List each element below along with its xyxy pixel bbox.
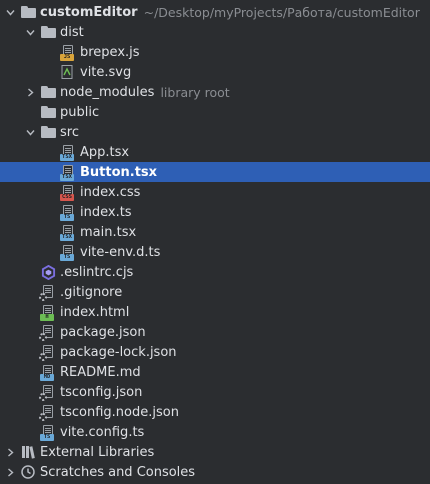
tree-item-readme[interactable]: MD README.md (0, 362, 430, 382)
tree-item-hint: library root (160, 84, 230, 100)
chevron-down-icon[interactable] (25, 122, 35, 142)
file-icon: TSX (60, 164, 76, 181)
file-icon: CSS (60, 184, 76, 201)
file-icon: TS (60, 204, 76, 221)
tree-item-label: index.html (60, 304, 130, 320)
tree-item-eslintrc[interactable]: .eslintrc.cjs (0, 262, 430, 282)
tree-item-label: index.ts (80, 204, 132, 220)
tree-item-tsconfig[interactable]: tsconfig.json (0, 382, 430, 402)
tree-item-label: main.tsx (80, 224, 137, 240)
tree-item-src[interactable]: src (0, 122, 430, 142)
tree-item-label: dist (60, 24, 84, 40)
tree-item-label: brepex.js (80, 44, 140, 60)
file-icon: TS (60, 244, 76, 261)
config-file-icon (39, 344, 56, 361)
tree-item-label: vite.config.ts (60, 424, 145, 440)
folder-icon (40, 104, 56, 120)
tree-item-label: .gitignore (60, 284, 123, 300)
tree-item-label: package.json (60, 324, 146, 340)
tree-item-label: node_modules (60, 84, 155, 100)
tree-item-label: App.tsx (80, 144, 130, 160)
tree-item-tsconfignode[interactable]: tsconfig.node.json (0, 402, 430, 422)
tree-item-root[interactable]: customEditor ~/Desktop/myProjects/Работа/… (0, 2, 430, 22)
chevron-right-icon[interactable] (5, 442, 15, 462)
file-icon: TSX (60, 224, 76, 241)
folder-icon (40, 124, 56, 140)
tree-item-viteenv[interactable]: TS vite-env.d.ts (0, 242, 430, 262)
tree-item-nodemodules[interactable]: node_modules library root (0, 82, 430, 102)
tree-item-label: Scratches and Consoles (40, 464, 196, 480)
config-file-icon (39, 284, 56, 301)
tree-item-indexts[interactable]: TS index.ts (0, 202, 430, 222)
chevron-right-icon[interactable] (25, 82, 35, 102)
tree-item-label: README.md (60, 364, 141, 380)
tree-item-label: tsconfig.node.json (60, 404, 179, 420)
tree-item-public[interactable]: public (0, 102, 430, 122)
tree-item-label: .eslintrc.cjs (60, 264, 134, 280)
tree-item-indexcss[interactable]: CSS index.css (0, 182, 430, 202)
tree-item-hint: ~/Desktop/myProjects/Работа/customEditor (143, 4, 420, 20)
chevron-down-icon[interactable] (5, 2, 15, 22)
tree-item-label: tsconfig.json (60, 384, 143, 400)
tree-item-label: vite-env.d.ts (80, 244, 161, 260)
chevron-down-icon[interactable] (25, 22, 35, 42)
tree-item-label: vite.svg (80, 64, 132, 80)
file-icon: JS (60, 44, 76, 61)
tree-item-label: External Libraries (40, 444, 155, 460)
tree-item-extlibs[interactable]: External Libraries (0, 442, 430, 462)
tree-item-brepex[interactable]: JS brepex.js (0, 42, 430, 62)
tree-item-label: customEditor (40, 4, 138, 20)
tree-item-maintsx[interactable]: TSX main.tsx (0, 222, 430, 242)
config-file-icon (39, 324, 56, 341)
folder-icon (40, 84, 56, 100)
project-tree: customEditor ~/Desktop/myProjects/Работа/… (0, 0, 430, 484)
file-icon: TSX (60, 144, 76, 161)
tree-item-viteconfig[interactable]: TS vite.config.ts (0, 422, 430, 442)
tree-item-gitignore[interactable]: .gitignore (0, 282, 430, 302)
tree-item-label: Button.tsx (80, 164, 158, 180)
tree-item-packagelock[interactable]: package-lock.json (0, 342, 430, 362)
config-file-icon (39, 404, 56, 421)
svg-file-icon (60, 64, 76, 80)
libraries-icon (20, 444, 36, 460)
tree-item-label: package-lock.json (60, 344, 177, 360)
file-icon: MD (40, 364, 56, 381)
file-icon: H (40, 304, 56, 321)
tree-item-label: index.css (80, 184, 141, 200)
file-icon: TS (40, 424, 56, 441)
tree-item-indexhtml[interactable]: Hindex.html (0, 302, 430, 322)
scratches-icon (20, 464, 36, 480)
folder-icon (20, 4, 36, 20)
tree-item-vitesvg[interactable]: vite.svg (0, 62, 430, 82)
tree-item-buttontsx[interactable]: TSX Button.tsx (0, 162, 430, 182)
eslint-icon (40, 264, 56, 280)
config-file-icon (39, 384, 56, 401)
chevron-right-icon[interactable] (5, 462, 15, 482)
tree-item-packagejson[interactable]: package.json (0, 322, 430, 342)
tree-item-label: src (60, 124, 79, 140)
tree-item-dist[interactable]: dist (0, 22, 430, 42)
tree-item-label: public (60, 104, 100, 120)
tree-item-apptsx[interactable]: TSX App.tsx (0, 142, 430, 162)
tree-item-scratches[interactable]: Scratches and Consoles (0, 462, 430, 482)
folder-icon (40, 24, 56, 40)
